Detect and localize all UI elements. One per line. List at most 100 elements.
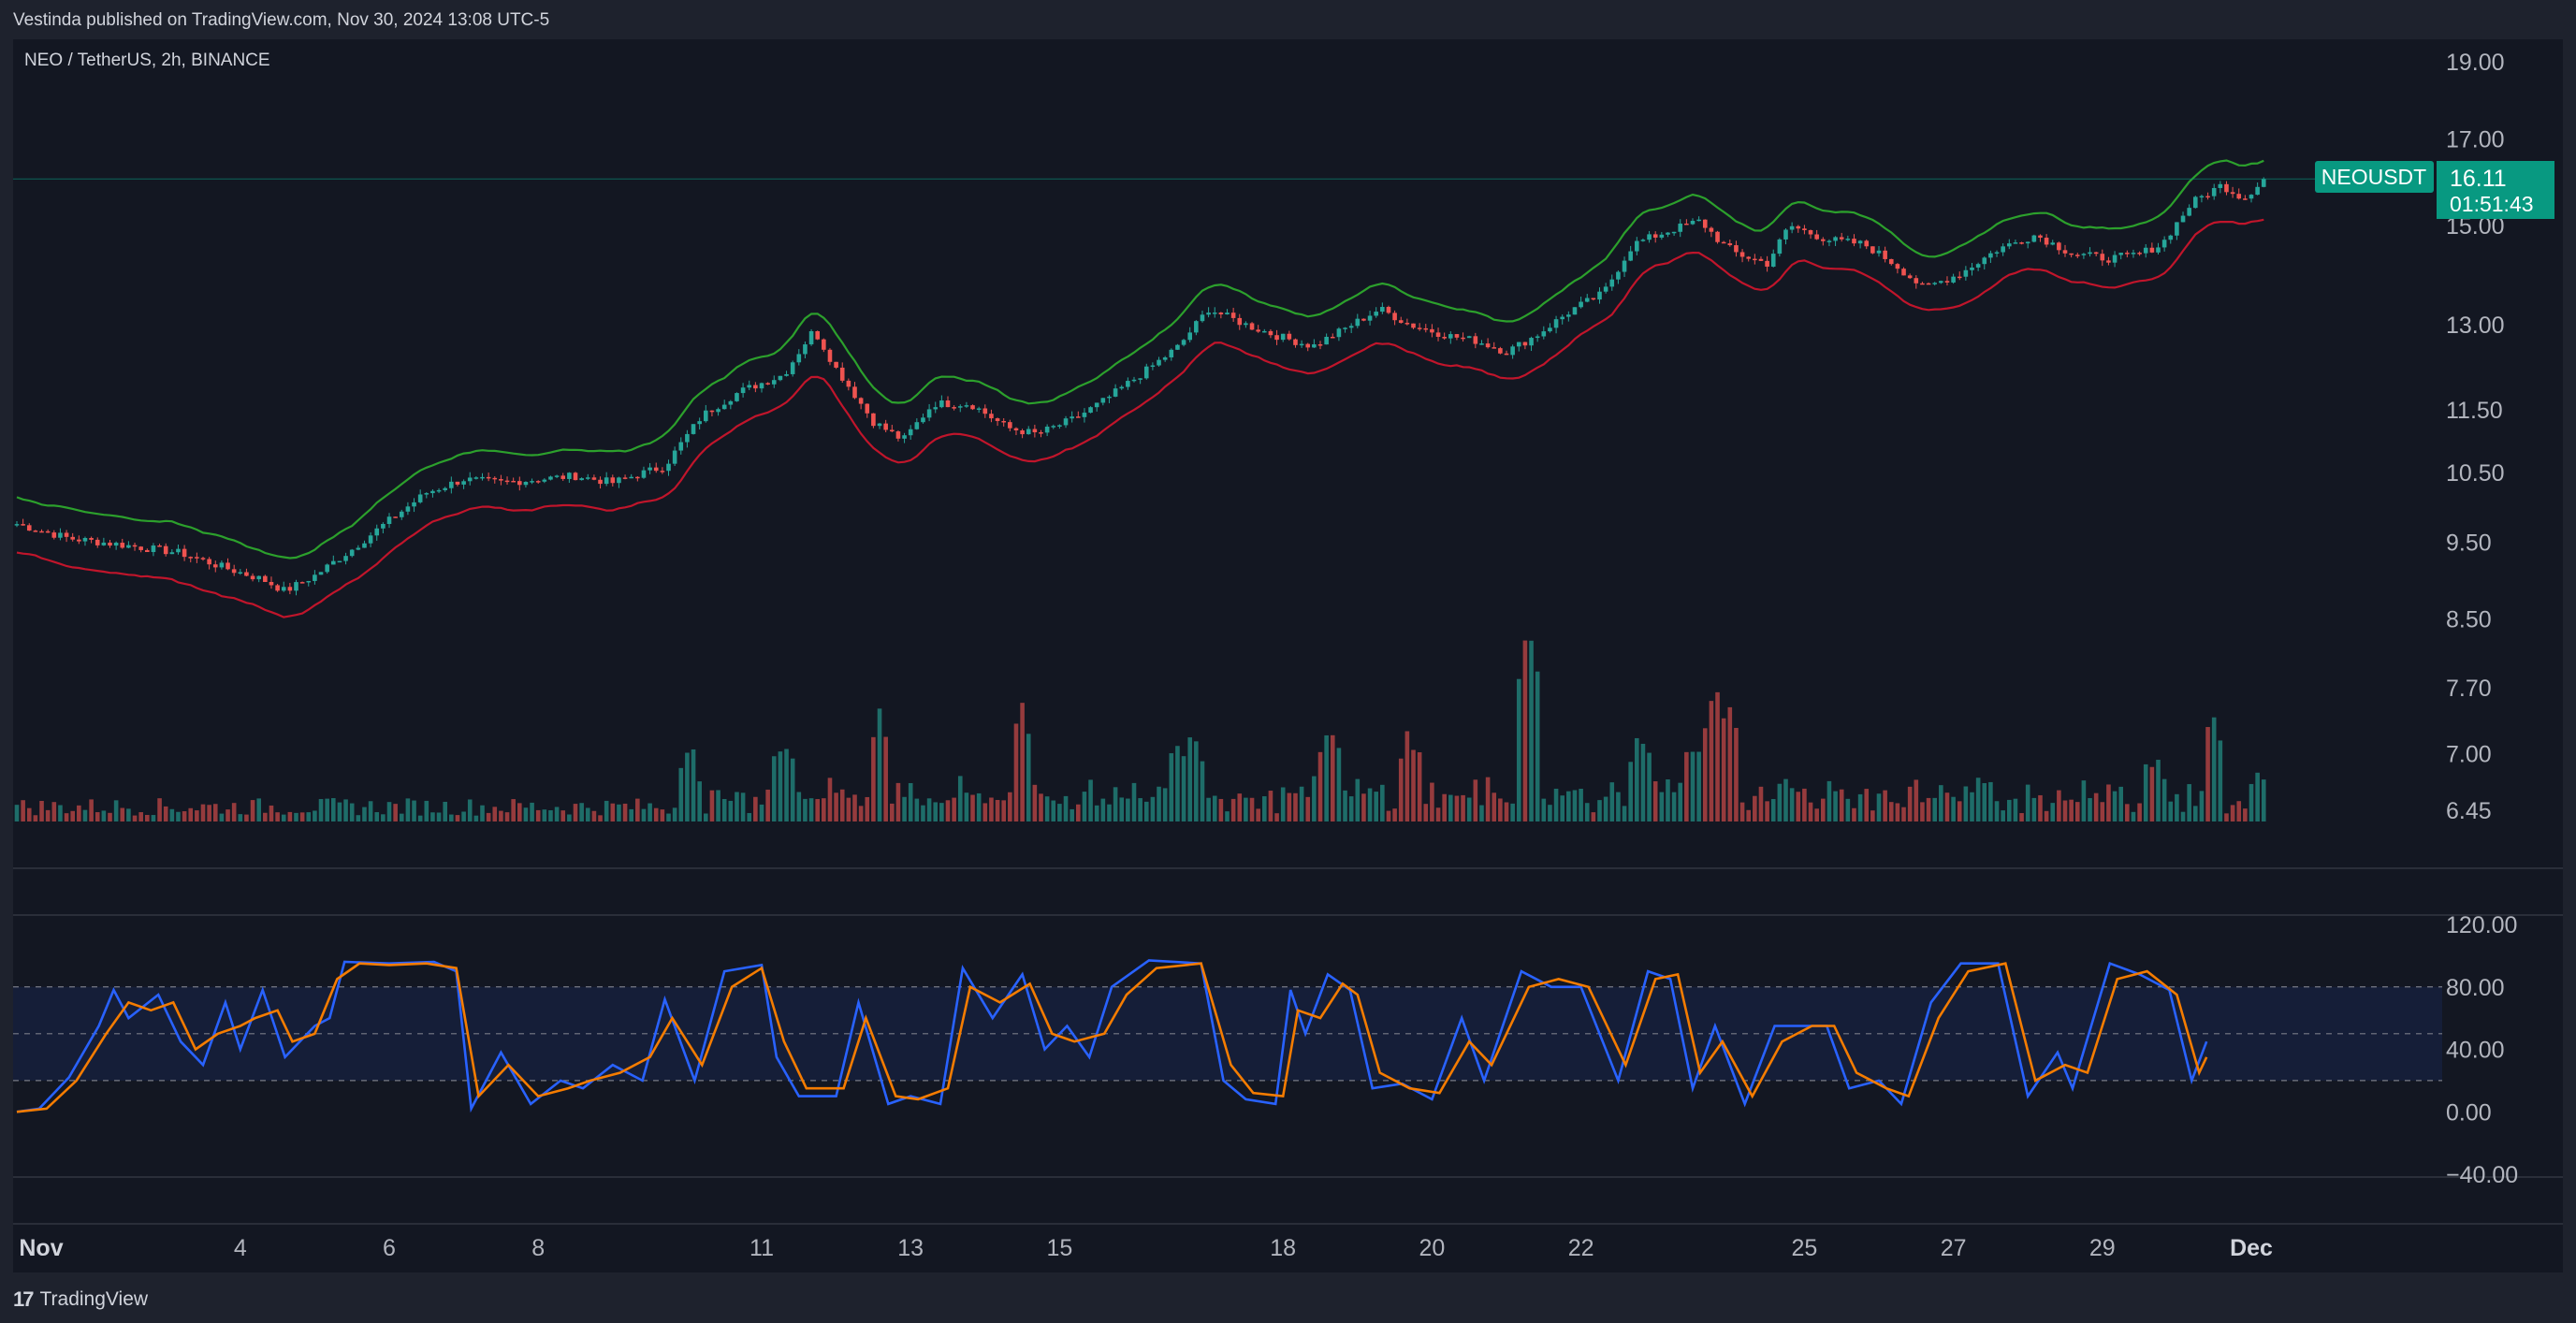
volume-bar	[653, 807, 659, 821]
volume-bar	[151, 815, 156, 821]
candle-body	[1702, 219, 1708, 228]
candle-body	[1770, 254, 1776, 267]
volume-bar	[1939, 785, 1943, 821]
x-tick-label: 8	[531, 1235, 545, 1261]
volume-bar	[449, 814, 454, 821]
volume-bar	[95, 812, 100, 821]
candle-body	[1138, 378, 1142, 380]
volume-bar	[1430, 782, 1434, 821]
candle-body	[1635, 240, 1639, 252]
candle-body	[281, 587, 286, 591]
volume-bar	[803, 798, 808, 821]
volume-bar	[1076, 804, 1081, 821]
candle-body	[803, 344, 808, 355]
brand[interactable]: 17 TradingView	[13, 1287, 148, 1312]
volume-bar	[287, 811, 293, 821]
volume-bar	[82, 809, 88, 821]
candle-body	[486, 476, 491, 479]
candle-body	[2057, 242, 2061, 251]
candle-body	[2230, 192, 2235, 195]
volume-bar	[1435, 807, 1441, 821]
candle-body	[617, 477, 621, 484]
candle-body	[1591, 298, 1596, 300]
candle-body	[790, 362, 795, 374]
candle-body	[1317, 344, 1323, 346]
volume-bar	[1336, 748, 1342, 821]
candle-body	[1753, 258, 1757, 261]
candle-body	[1802, 228, 1807, 231]
candle-body	[808, 330, 814, 345]
candle-body	[573, 472, 578, 481]
candle-body	[579, 478, 584, 481]
volume-bar	[467, 799, 473, 821]
price-tick-label: 6.45	[2446, 798, 2492, 824]
candle-body	[2112, 254, 2118, 263]
candle-body	[238, 572, 243, 574]
candle-body	[771, 380, 777, 385]
volume-bar	[1920, 802, 1925, 821]
volume-bar	[2038, 794, 2043, 821]
candle-body	[1063, 418, 1069, 426]
volume-bar	[2088, 798, 2092, 821]
candle-body	[926, 409, 932, 418]
volume-bar	[1348, 796, 1354, 821]
volume-bar	[504, 812, 510, 821]
volume-bar	[753, 796, 758, 821]
volume-bar	[1082, 792, 1087, 821]
volume-bar	[1826, 780, 1832, 821]
volume-bar	[858, 806, 864, 821]
volume-bar	[2199, 791, 2205, 821]
candle-body	[169, 552, 175, 555]
volume-bar	[548, 810, 553, 821]
candle-body	[58, 532, 63, 538]
candle-body	[263, 575, 268, 582]
candle-body	[989, 414, 994, 419]
candle-body	[318, 572, 324, 575]
volume-bar	[1479, 805, 1484, 821]
candle-body	[386, 516, 392, 524]
candle-body	[1671, 231, 1677, 234]
candle-body	[1082, 413, 1087, 417]
volume-bar	[2137, 803, 2142, 821]
candle-body	[1690, 221, 1696, 225]
volume-bar	[2230, 805, 2235, 821]
volume-bar	[1063, 795, 1069, 821]
candle-body	[1442, 337, 1447, 339]
volume-bar	[2031, 797, 2037, 821]
volume-bar	[1039, 793, 1043, 821]
candle-body	[1808, 230, 1813, 235]
volume-bar	[1864, 789, 1870, 821]
volume-bar	[169, 808, 175, 821]
candle-body	[1230, 313, 1236, 318]
candle-body	[1870, 246, 1875, 254]
volume-bar	[1560, 795, 1565, 821]
candle-body	[504, 480, 510, 483]
candle-body	[132, 545, 138, 547]
candle-body	[1883, 250, 1887, 259]
candle-body	[1951, 276, 1956, 283]
volume-bar	[2125, 804, 2130, 821]
volume-bar	[1628, 762, 1633, 821]
candle-body	[511, 480, 516, 483]
chart-svg[interactable]: 19.0017.0015.0013.0011.5010.509.508.507.…	[0, 0, 2576, 1274]
volume-bar	[436, 812, 442, 821]
candle-body	[982, 408, 988, 414]
volume-bar	[1901, 807, 1906, 821]
candle-body	[1876, 250, 1882, 254]
candle-body	[2224, 183, 2229, 193]
candle-body	[101, 542, 107, 545]
candle-body	[2100, 254, 2105, 261]
volume-bar	[1579, 789, 1583, 821]
candle-body	[1957, 276, 1962, 279]
volume-bar	[1280, 787, 1286, 821]
candle-body	[1888, 258, 1894, 265]
candle-body	[902, 435, 907, 439]
volume-bar	[2106, 784, 2111, 821]
volume-bar	[1361, 793, 1366, 821]
volume-bar	[1380, 784, 1385, 821]
price-tick-label: 9.50	[2446, 530, 2492, 556]
candle-body	[716, 409, 720, 413]
candle-body	[1504, 353, 1509, 356]
candle-body	[721, 404, 727, 410]
volume-bar	[337, 802, 342, 821]
